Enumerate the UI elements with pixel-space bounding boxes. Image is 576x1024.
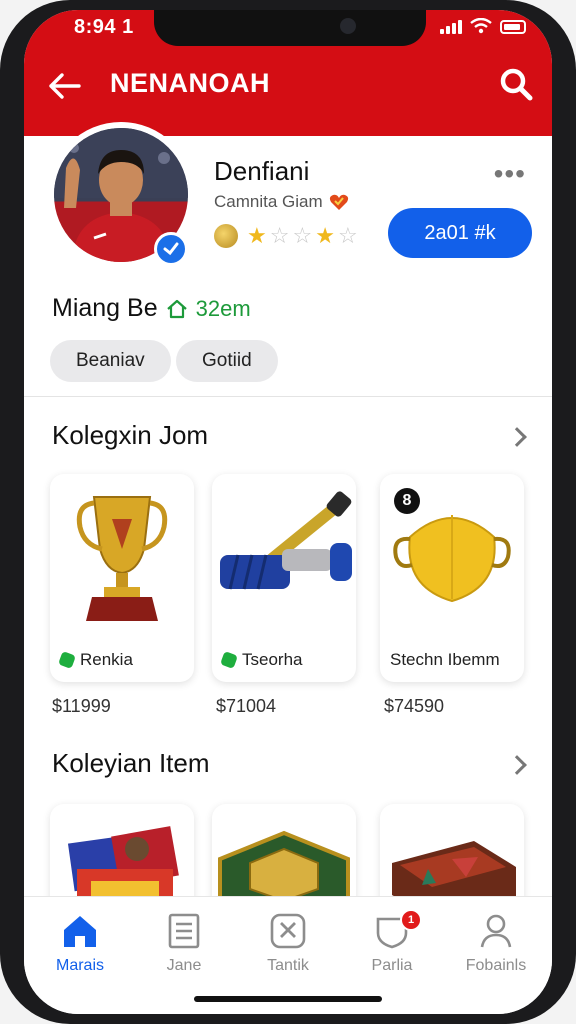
battery-icon — [500, 20, 526, 34]
screen: 8:94 1 NENANOAH Denfiani Camnita Giam ★ … — [24, 10, 552, 1014]
profile-subtitle-row: Camnita Giam — [214, 192, 349, 212]
follow-button[interactable]: 2a01 #k — [388, 208, 532, 258]
item-price: $71004 — [216, 696, 277, 716]
item-name: Renkia — [80, 650, 133, 669]
item-badge: 8 — [394, 488, 420, 514]
more-options-icon[interactable]: ••• — [494, 158, 526, 190]
notification-badge: 1 — [400, 909, 422, 931]
item-label: Renkia — [58, 650, 133, 670]
search-icon — [500, 68, 533, 101]
item-price: $74590 — [384, 696, 445, 716]
signal-icon — [440, 18, 462, 34]
camera-icon — [340, 18, 356, 34]
nav-item-parlia[interactable]: 1 Parlia — [344, 909, 440, 975]
list-icon — [168, 913, 200, 949]
home-outline-icon — [166, 299, 187, 318]
status-time: 8:94 1 — [74, 16, 134, 38]
item-label: Stechn Ibemm — [390, 650, 500, 670]
chevron-right-icon[interactable] — [507, 427, 527, 447]
nav-item-tantik[interactable]: Tantik — [240, 913, 336, 975]
trophy-icon — [50, 474, 194, 634]
check-badge-icon — [220, 651, 238, 669]
home-indicator — [194, 996, 382, 1002]
nav-label: Fobainls — [465, 957, 527, 974]
chevron-right-icon[interactable] — [507, 755, 527, 775]
phone-frame: 8:94 1 NENANOAH Denfiani Camnita Giam ★ … — [0, 0, 576, 1024]
check-badge-icon — [58, 651, 76, 669]
nav-item-profile[interactable]: Fobainls — [448, 913, 544, 975]
back-button[interactable] — [44, 66, 84, 106]
search-button[interactable] — [496, 64, 536, 104]
star-icon: ★ — [315, 223, 335, 248]
nav-label: Tantik — [267, 957, 309, 974]
status-icons — [440, 18, 526, 34]
item-card[interactable]: Tseorha — [212, 474, 356, 682]
nav-label: Jane — [166, 957, 202, 974]
page-title: NENANOAH — [110, 68, 271, 98]
chip-2[interactable]: Gotiid — [176, 340, 278, 382]
nav-label: Parlia — [371, 957, 413, 974]
nav-item-home[interactable]: Marais — [32, 913, 128, 975]
rating: ★ ☆ ☆ ★ ☆ — [214, 224, 358, 248]
section-title: Kolegxin Jom — [52, 420, 209, 450]
section-title: Koleyian Item — [52, 748, 210, 778]
coin-icon — [214, 224, 238, 248]
nav-item-list[interactable]: Jane — [136, 913, 232, 975]
item-price: $11999 — [52, 696, 111, 716]
star-icon: ☆ — [337, 223, 358, 248]
item-card[interactable]: Renkia — [50, 474, 194, 682]
chip-1[interactable]: Beaniav — [50, 340, 171, 382]
profile-subtitle: Camnita Giam — [214, 192, 323, 211]
stat-label: Miang Be — [52, 294, 158, 322]
nav-label: Marais — [55, 957, 104, 974]
camera-notch — [154, 10, 426, 46]
stat-row: Miang Be 32em — [52, 294, 251, 323]
star-icon: ★ — [247, 223, 267, 248]
user-icon — [480, 914, 512, 948]
stat-value: 32em — [195, 295, 251, 321]
arrow-left-icon — [49, 73, 81, 99]
spray-tool-icon — [212, 474, 356, 634]
item-name: Tseorha — [242, 650, 303, 669]
close-square-icon — [270, 913, 306, 949]
profile-name: Denfiani — [214, 156, 310, 186]
star-icon: ☆ — [269, 223, 290, 248]
item-name: Stechn Ibemm — [390, 650, 500, 669]
heart-badge-icon — [329, 194, 348, 210]
star-icon: ☆ — [292, 223, 313, 248]
divider — [24, 396, 552, 397]
item-label: Tseorha — [220, 650, 303, 670]
wifi-icon — [470, 18, 492, 34]
verified-badge-icon — [154, 232, 188, 266]
home-icon — [64, 916, 96, 947]
item-card[interactable]: 8 Stechn Ibemm — [380, 474, 524, 682]
